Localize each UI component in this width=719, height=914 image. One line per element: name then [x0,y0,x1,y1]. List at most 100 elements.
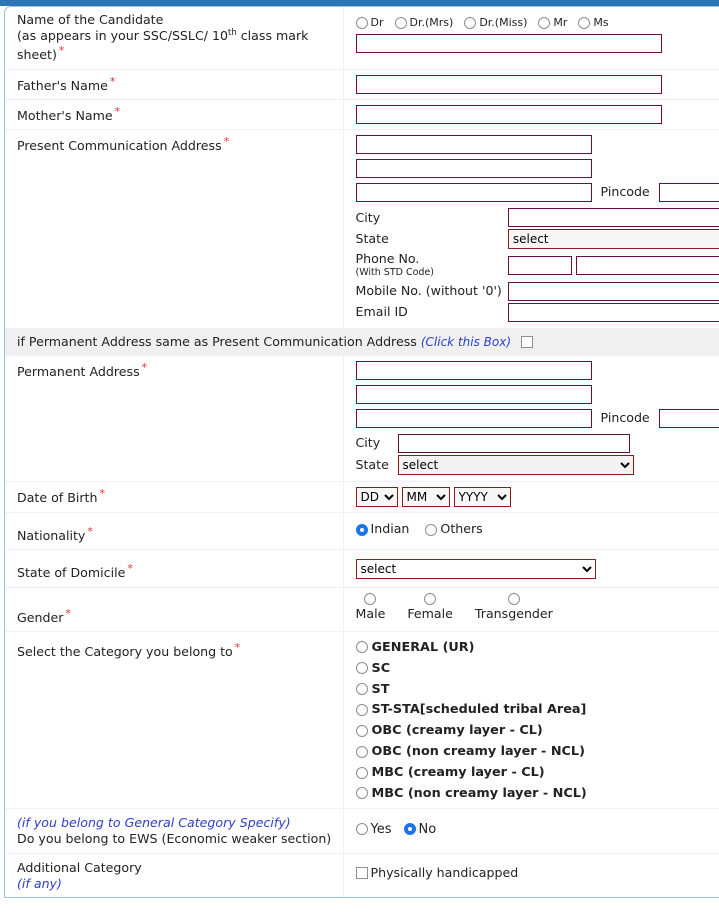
category-radio-st[interactable] [355,683,368,696]
permanent-address-line2-input[interactable] [355,384,592,404]
present-address-line2-input[interactable] [355,159,592,179]
father-name-label-cell: Father's Name * [5,69,344,101]
additional-category-label-line2: (if any) [17,875,62,891]
title-option-dr[interactable]: Dr [355,15,384,30]
ews-option-yes[interactable]: Yes [355,822,392,839]
gender-option-transgender[interactable]: Transgender [474,592,553,622]
title-radio-ms[interactable] [578,16,591,29]
title-option-mr[interactable]: Mr [538,15,567,30]
present-phone-sublabel: (With STD Code) [355,267,435,279]
present-city-input[interactable] [507,208,719,228]
title-radio-mr[interactable] [538,16,551,29]
title-option-dr-miss[interactable]: Dr.(Miss) [464,15,527,30]
permanent-city-field [397,433,634,454]
category-option-mbc-cl[interactable]: MBC (creamy layer - CL) [355,765,719,781]
category-radio-general[interactable] [355,641,368,654]
category-radio-st-sta[interactable] [355,703,368,716]
nationality-label: Nationality [17,528,86,544]
ews-radio-yes[interactable] [355,823,368,835]
gender-radio-transgender[interactable] [507,592,520,605]
category-radio-obc-cl[interactable] [355,724,368,737]
title-option-dr-mrs[interactable]: Dr.(Mrs) [394,15,453,30]
permanent-city-input[interactable] [397,433,630,453]
present-address-line1-wrap [355,135,719,155]
gender-label-male: Male [355,605,386,621]
nationality-radio-indian[interactable] [355,523,368,536]
permanent-address-line3-input[interactable] [355,408,592,428]
domicile-label-cell: State of Domicile * [5,549,344,588]
same-address-checkbox[interactable] [521,336,534,349]
required-asterisk: * [109,74,116,88]
category-option-obc-ncl[interactable]: OBC (non creamy layer - NCL) [355,744,719,760]
required-asterisk: * [223,135,230,149]
category-radio-mbc-cl[interactable] [355,766,368,779]
dob-month-select[interactable]: MM [401,486,450,507]
gender-option-female[interactable]: Female [407,592,453,622]
present-phone-label-cell: Phone No. (With STD Code) [356,250,508,280]
gender-option-male[interactable]: Male [355,592,386,622]
candidate-name-input-wrap [355,34,719,54]
nationality-option-indian[interactable]: Indian [355,521,409,537]
nationality-option-others[interactable]: Others [425,521,483,537]
category-radio-obc-ncl[interactable] [355,745,368,758]
category-label-sc: SC [371,660,391,676]
mother-name-input[interactable] [355,105,662,124]
candidate-name-label-line3-text: sheet) [17,47,57,63]
title-radio-dr-mrs[interactable] [394,16,407,29]
category-option-st-sta[interactable]: ST-STA[scheduled tribal Area] [355,702,719,718]
mother-name-label-cell: Mother's Name * [5,99,344,131]
present-email-input[interactable] [507,302,719,322]
category-radio-mbc-ncl[interactable] [355,787,368,800]
present-address-line3-input[interactable] [355,183,592,203]
present-address-line1-input[interactable] [355,135,592,155]
present-mobile-label: Mobile No. (without '0') [355,283,502,298]
domicile-select[interactable]: select [355,559,596,580]
gender-label-transgender: Transgender [474,605,553,621]
present-state-label: State [355,231,389,247]
title-radio-dr[interactable] [355,16,368,29]
domicile-label: State of Domicile [17,565,126,581]
gender-radio-female[interactable] [424,592,437,605]
dob-year-select[interactable]: YYYY [453,486,511,507]
physically-handicapped-checkbox[interactable] [355,867,368,880]
title-radio-dr-miss[interactable] [464,16,477,29]
father-name-input[interactable] [355,74,662,94]
candidate-name-label-cell: Name of the Candidate (as appears in you… [5,7,344,70]
row-mother-name: Mother's Name * [5,99,719,131]
dob-day-select[interactable]: DD [355,486,398,507]
title-option-ms[interactable]: Ms [578,15,609,30]
row-same-address: if Permanent Address same as Present Com… [5,327,719,356]
row-candidate-name: Name of the Candidate (as appears in you… [5,7,719,70]
present-phone-number-input[interactable] [575,255,719,275]
category-option-general[interactable]: GENERAL (UR) [355,640,719,656]
candidate-name-input[interactable] [355,34,662,54]
permanent-state-label: State [355,456,389,472]
category-radio-sc[interactable] [355,662,368,675]
present-mobile-input[interactable] [507,281,719,301]
present-address-contact-table: City State select Phone No. (With STD Co… [356,207,719,322]
category-option-st[interactable]: ST [355,682,719,698]
gender-radio-male[interactable] [364,592,377,605]
category-option-obc-cl[interactable]: OBC (creamy layer - CL) [355,723,719,739]
present-state-select[interactable]: select [507,229,719,250]
present-phone-std-input[interactable] [507,255,572,275]
category-label-mbc-ncl: MBC (non creamy layer - NCL) [371,785,587,801]
nationality-radio-others[interactable] [425,523,438,536]
category-option-mbc-ncl[interactable]: MBC (non creamy layer - NCL) [355,785,719,802]
present-pincode-input[interactable] [658,183,719,203]
physically-handicapped-option[interactable]: Physically handicapped [355,865,518,881]
permanent-address-line1-input[interactable] [355,360,592,380]
additional-category-label-line1: Additional Category [17,859,142,875]
title-label-dr: Dr [370,16,384,29]
category-option-sc[interactable]: SC [355,660,719,677]
ews-option-no[interactable]: No [403,822,436,839]
gender-label-female: Female [407,605,453,621]
father-name-label: Father's Name [17,77,108,93]
permanent-state-select[interactable]: select [397,454,634,475]
present-state-field: select [507,228,719,250]
candidate-details-form: Name of the Candidate (as appears in you… [5,7,719,897]
permanent-pincode-input[interactable] [658,408,719,428]
row-gender: Gender * Male Female Transgender [5,587,719,632]
domicile-field-cell: select [343,549,719,588]
ews-radio-no[interactable] [403,823,416,835]
